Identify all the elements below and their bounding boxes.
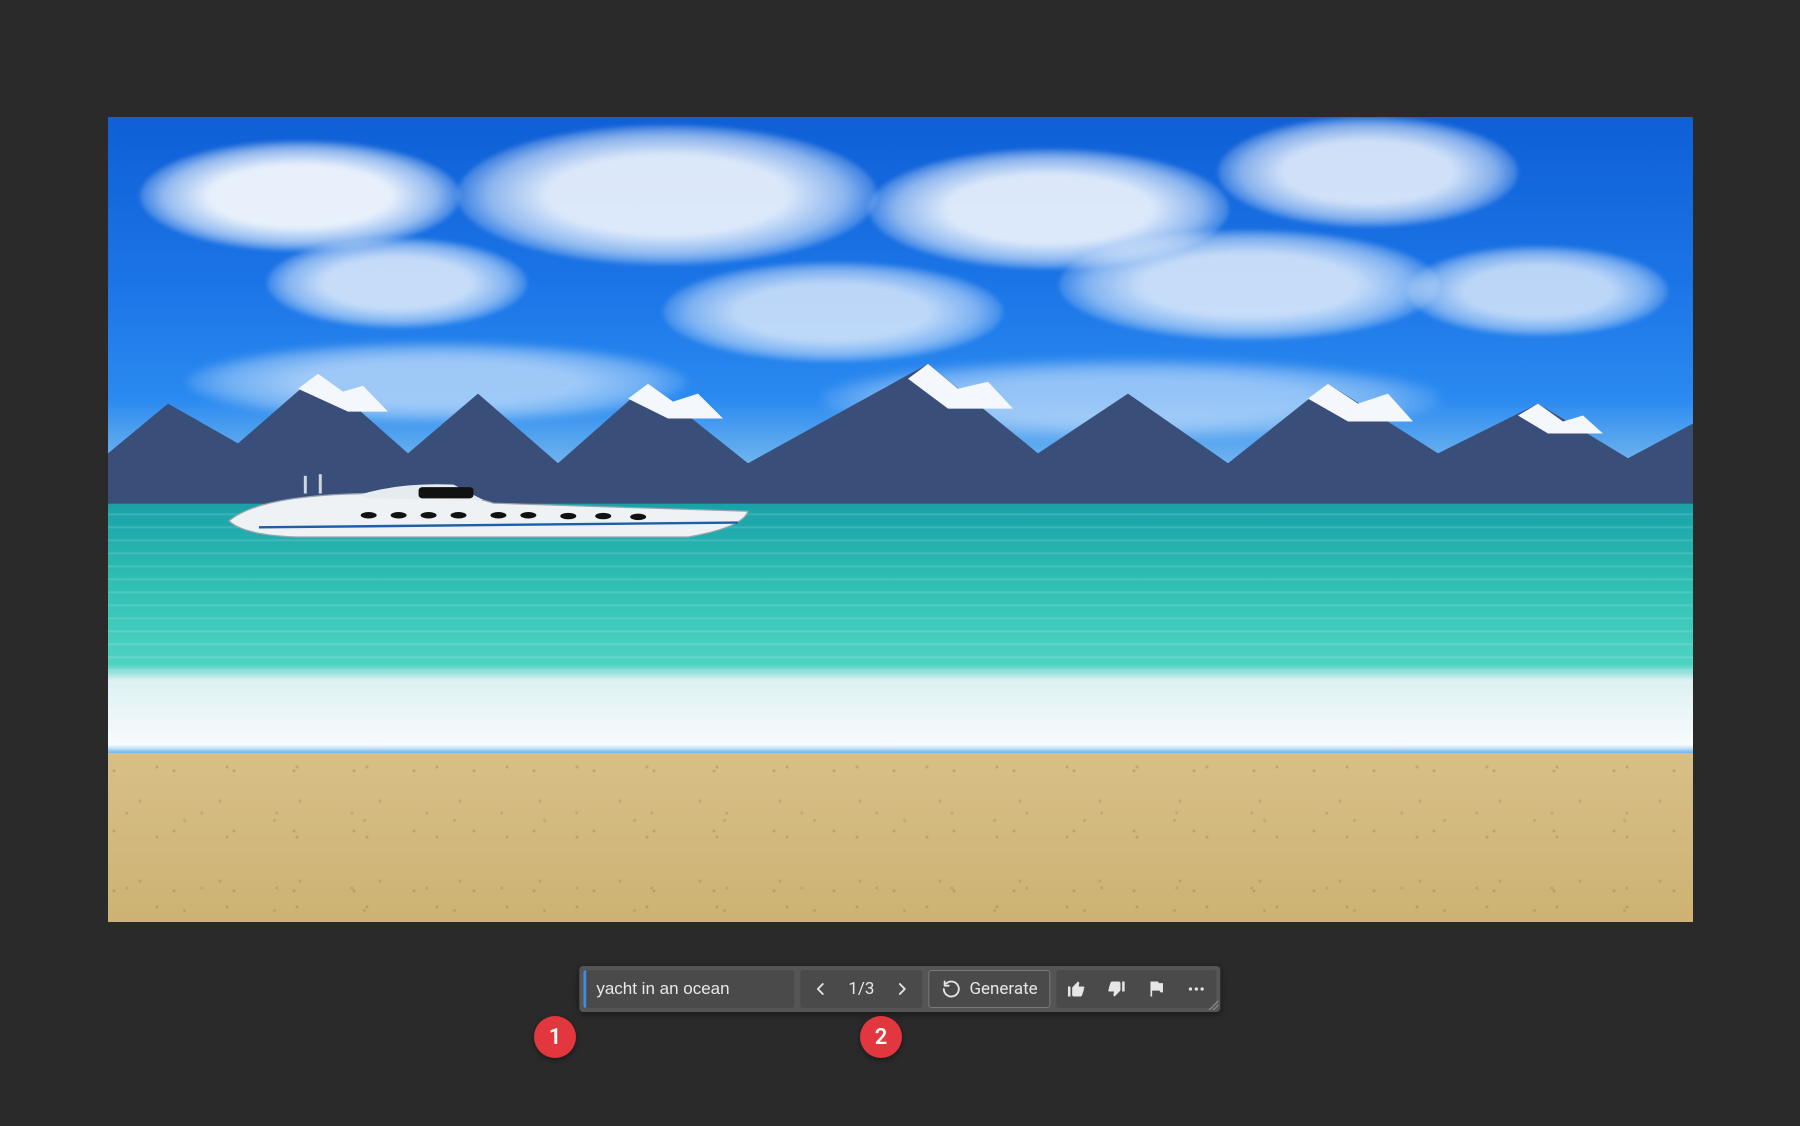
sand-decoration [108, 753, 1693, 922]
more-icon [1187, 979, 1207, 999]
cloud-decoration [1218, 117, 1518, 227]
prompt-input[interactable] [586, 971, 786, 1007]
refresh-icon [941, 979, 961, 999]
cloud-decoration [140, 141, 460, 251]
generate-button-label: Generate [969, 979, 1037, 999]
annotation-badge-2: 2 [860, 1016, 902, 1058]
generation-toolbar: 1/3 Generate [579, 966, 1220, 1012]
yacht-decoration [219, 471, 758, 552]
chevron-left-icon [810, 979, 830, 999]
cloud-decoration [267, 238, 527, 328]
generated-image [108, 117, 1693, 922]
pager-group: 1/3 [800, 970, 922, 1008]
cloud-decoration [1059, 230, 1439, 340]
resize-handle[interactable] [1209, 1000, 1219, 1010]
prev-variation-button[interactable] [800, 970, 840, 1008]
cloud-decoration [1408, 246, 1668, 336]
cloud-decoration [457, 125, 877, 265]
thumbs-up-icon [1067, 979, 1087, 999]
generate-button[interactable]: Generate [928, 970, 1050, 1008]
flag-icon [1147, 979, 1167, 999]
prompt-field-wrap [583, 970, 794, 1008]
generate-group: Generate [928, 970, 1050, 1008]
annotation-badge-1: 1 [534, 1016, 576, 1058]
generated-image-canvas [108, 117, 1693, 922]
variation-counter: 1/3 [840, 970, 882, 1008]
chevron-right-icon [892, 979, 912, 999]
feedback-group [1057, 970, 1217, 1008]
thumbs-down-button[interactable] [1097, 970, 1137, 1008]
thumbs-up-button[interactable] [1057, 970, 1097, 1008]
flag-button[interactable] [1137, 970, 1177, 1008]
thumbs-down-icon [1107, 979, 1127, 999]
next-variation-button[interactable] [882, 970, 922, 1008]
